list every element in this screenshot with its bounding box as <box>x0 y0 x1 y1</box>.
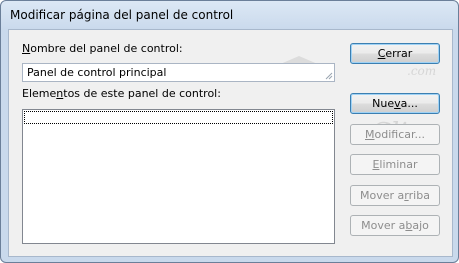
close-button-post: errar <box>385 47 413 60</box>
new-button-post: a... <box>400 97 418 110</box>
move-up-button[interactable]: Mover arriba <box>350 185 440 206</box>
delete-button-post: liminar <box>379 158 418 171</box>
resize-grip-icon <box>325 72 333 80</box>
edit-button[interactable]: Modificar... <box>350 124 440 145</box>
move-up-button-pre: Mover a <box>360 189 405 202</box>
edit-button-accel: M <box>365 128 375 141</box>
move-down-button-post: ajo <box>412 219 429 232</box>
window-title: Modificar página del panel de control <box>10 8 234 22</box>
panel-name-label-accel: N <box>22 42 31 55</box>
edit-button-post: odificar... <box>374 128 426 141</box>
elements-label: Elementos de este panel de control: <box>22 87 221 100</box>
delete-button[interactable]: Eliminar <box>350 154 440 175</box>
panel-name-input[interactable] <box>23 64 327 81</box>
panel-name-field[interactable] <box>22 63 335 82</box>
panel-name-label-post: ombre del panel de control: <box>30 42 183 55</box>
elements-label-pre: Eleme <box>22 87 57 100</box>
new-button-pre: Nue <box>372 97 395 110</box>
dialog-body: aula .com Clic Nombre del panel de contr… <box>8 29 453 257</box>
watermark-domain: .com <box>407 64 437 78</box>
move-up-button-post: riba <box>408 189 430 202</box>
move-down-button-pre: Mover a <box>361 219 406 232</box>
close-button[interactable]: Cerrar <box>350 43 440 64</box>
move-down-button[interactable]: Mover abajo <box>350 215 440 236</box>
panel-name-label: Nombre del panel de control: <box>22 42 183 55</box>
elements-label-post: tos de este panel de control: <box>63 87 221 100</box>
dialog-window: Modificar página del panel de control au… <box>0 0 459 263</box>
new-button[interactable]: Nueva... <box>350 93 440 114</box>
list-focus-rect <box>24 111 333 124</box>
title-bar[interactable]: Modificar página del panel de control <box>1 1 458 29</box>
elements-listbox[interactable] <box>22 109 335 244</box>
